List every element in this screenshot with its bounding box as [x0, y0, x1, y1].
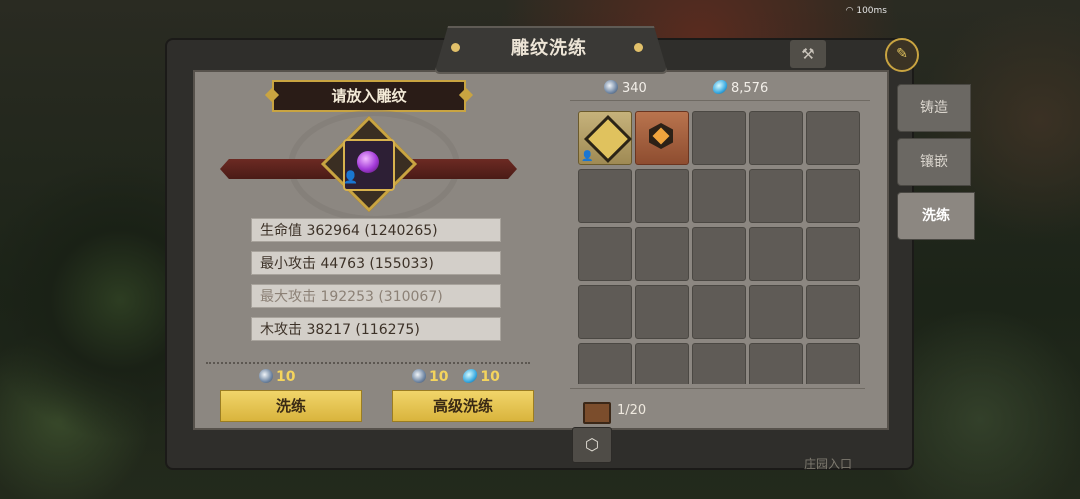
inventory-slot[interactable] — [578, 227, 632, 281]
crystal-resource: 8,576 — [711, 80, 768, 96]
stone-icon — [412, 369, 426, 383]
inventory-slot[interactable] — [806, 285, 860, 339]
stat-row-min-atk: 最小攻击 44763 (155033) — [251, 251, 501, 275]
slot-header: 请放入雕纹 — [272, 80, 466, 112]
inventory-slot-carving-orange[interactable] — [635, 111, 689, 165]
inventory-slot[interactable] — [692, 285, 746, 339]
inventory-slot[interactable] — [635, 343, 689, 384]
inventory-slot[interactable] — [692, 111, 746, 165]
inventory-slot[interactable] — [692, 343, 746, 384]
inventory-slot[interactable] — [806, 169, 860, 223]
inventory-grid: 👤 — [570, 100, 870, 384]
inventory-slot[interactable] — [749, 285, 803, 339]
stat-row-hp: 生命值 362964 (1240265) — [251, 218, 501, 242]
divider — [570, 388, 865, 389]
inventory-slot[interactable] — [749, 111, 803, 165]
stone-resource: 340 — [604, 80, 647, 96]
crystal-icon — [711, 80, 729, 94]
advanced-refine-button[interactable]: 高级洗练 — [392, 390, 534, 422]
window-title: 雕纹洗练 — [511, 38, 587, 59]
inventory-slot-carving-gold[interactable]: 👤 — [578, 111, 633, 165]
inventory-slot[interactable] — [692, 169, 746, 223]
stone-icon — [259, 369, 273, 383]
inventory-slot[interactable] — [635, 169, 689, 223]
stat-row-max-atk: 最大攻击 192253 (310067) — [251, 284, 501, 308]
inventory-slot[interactable] — [578, 343, 632, 384]
user-badge-icon: 👤 — [581, 151, 594, 162]
ping-text: 100ms — [856, 6, 887, 16]
refine-button[interactable]: 洗练 — [220, 390, 362, 422]
stone-icon — [604, 80, 618, 94]
inventory-slot[interactable] — [635, 285, 689, 339]
inventory-slot[interactable] — [749, 343, 803, 384]
network-status: ◠ 100ms — [845, 6, 887, 16]
purple-gem-icon — [357, 151, 379, 173]
carving-toggle-icon[interactable]: ⬡ — [572, 427, 612, 463]
inventory-capacity: 1/20 — [617, 403, 647, 418]
advanced-refine-cost: 10 10 — [412, 369, 500, 385]
inventory-slot[interactable] — [806, 343, 860, 384]
inventory-slot[interactable] — [635, 227, 689, 281]
tab-forge[interactable]: 铸造 — [897, 84, 971, 132]
divider — [206, 362, 530, 364]
orange-carving-icon — [649, 123, 673, 149]
map-location-label: 庄园入口 — [804, 457, 853, 471]
tab-inlay[interactable]: 镶嵌 — [897, 138, 971, 186]
crystal-icon — [461, 369, 479, 383]
inventory-slot[interactable] — [806, 111, 860, 165]
help-icon[interactable]: ✎ — [885, 38, 919, 72]
inventory-slot[interactable] — [578, 169, 632, 223]
chest-icon — [583, 402, 611, 424]
refine-cost: 10 — [259, 369, 295, 385]
inventory-slot[interactable] — [749, 169, 803, 223]
inventory-slot[interactable] — [578, 285, 632, 339]
inventory-slot[interactable] — [749, 227, 803, 281]
inventory-slot[interactable] — [806, 227, 860, 281]
user-badge-icon: 👤 — [343, 170, 358, 184]
hammer-icon[interactable]: ⚒ — [790, 40, 826, 68]
inventory-slot[interactable] — [692, 227, 746, 281]
stat-row-wood-atk: 木攻击 38217 (116275) — [251, 317, 501, 341]
tab-refine[interactable]: 洗练 — [897, 192, 975, 240]
